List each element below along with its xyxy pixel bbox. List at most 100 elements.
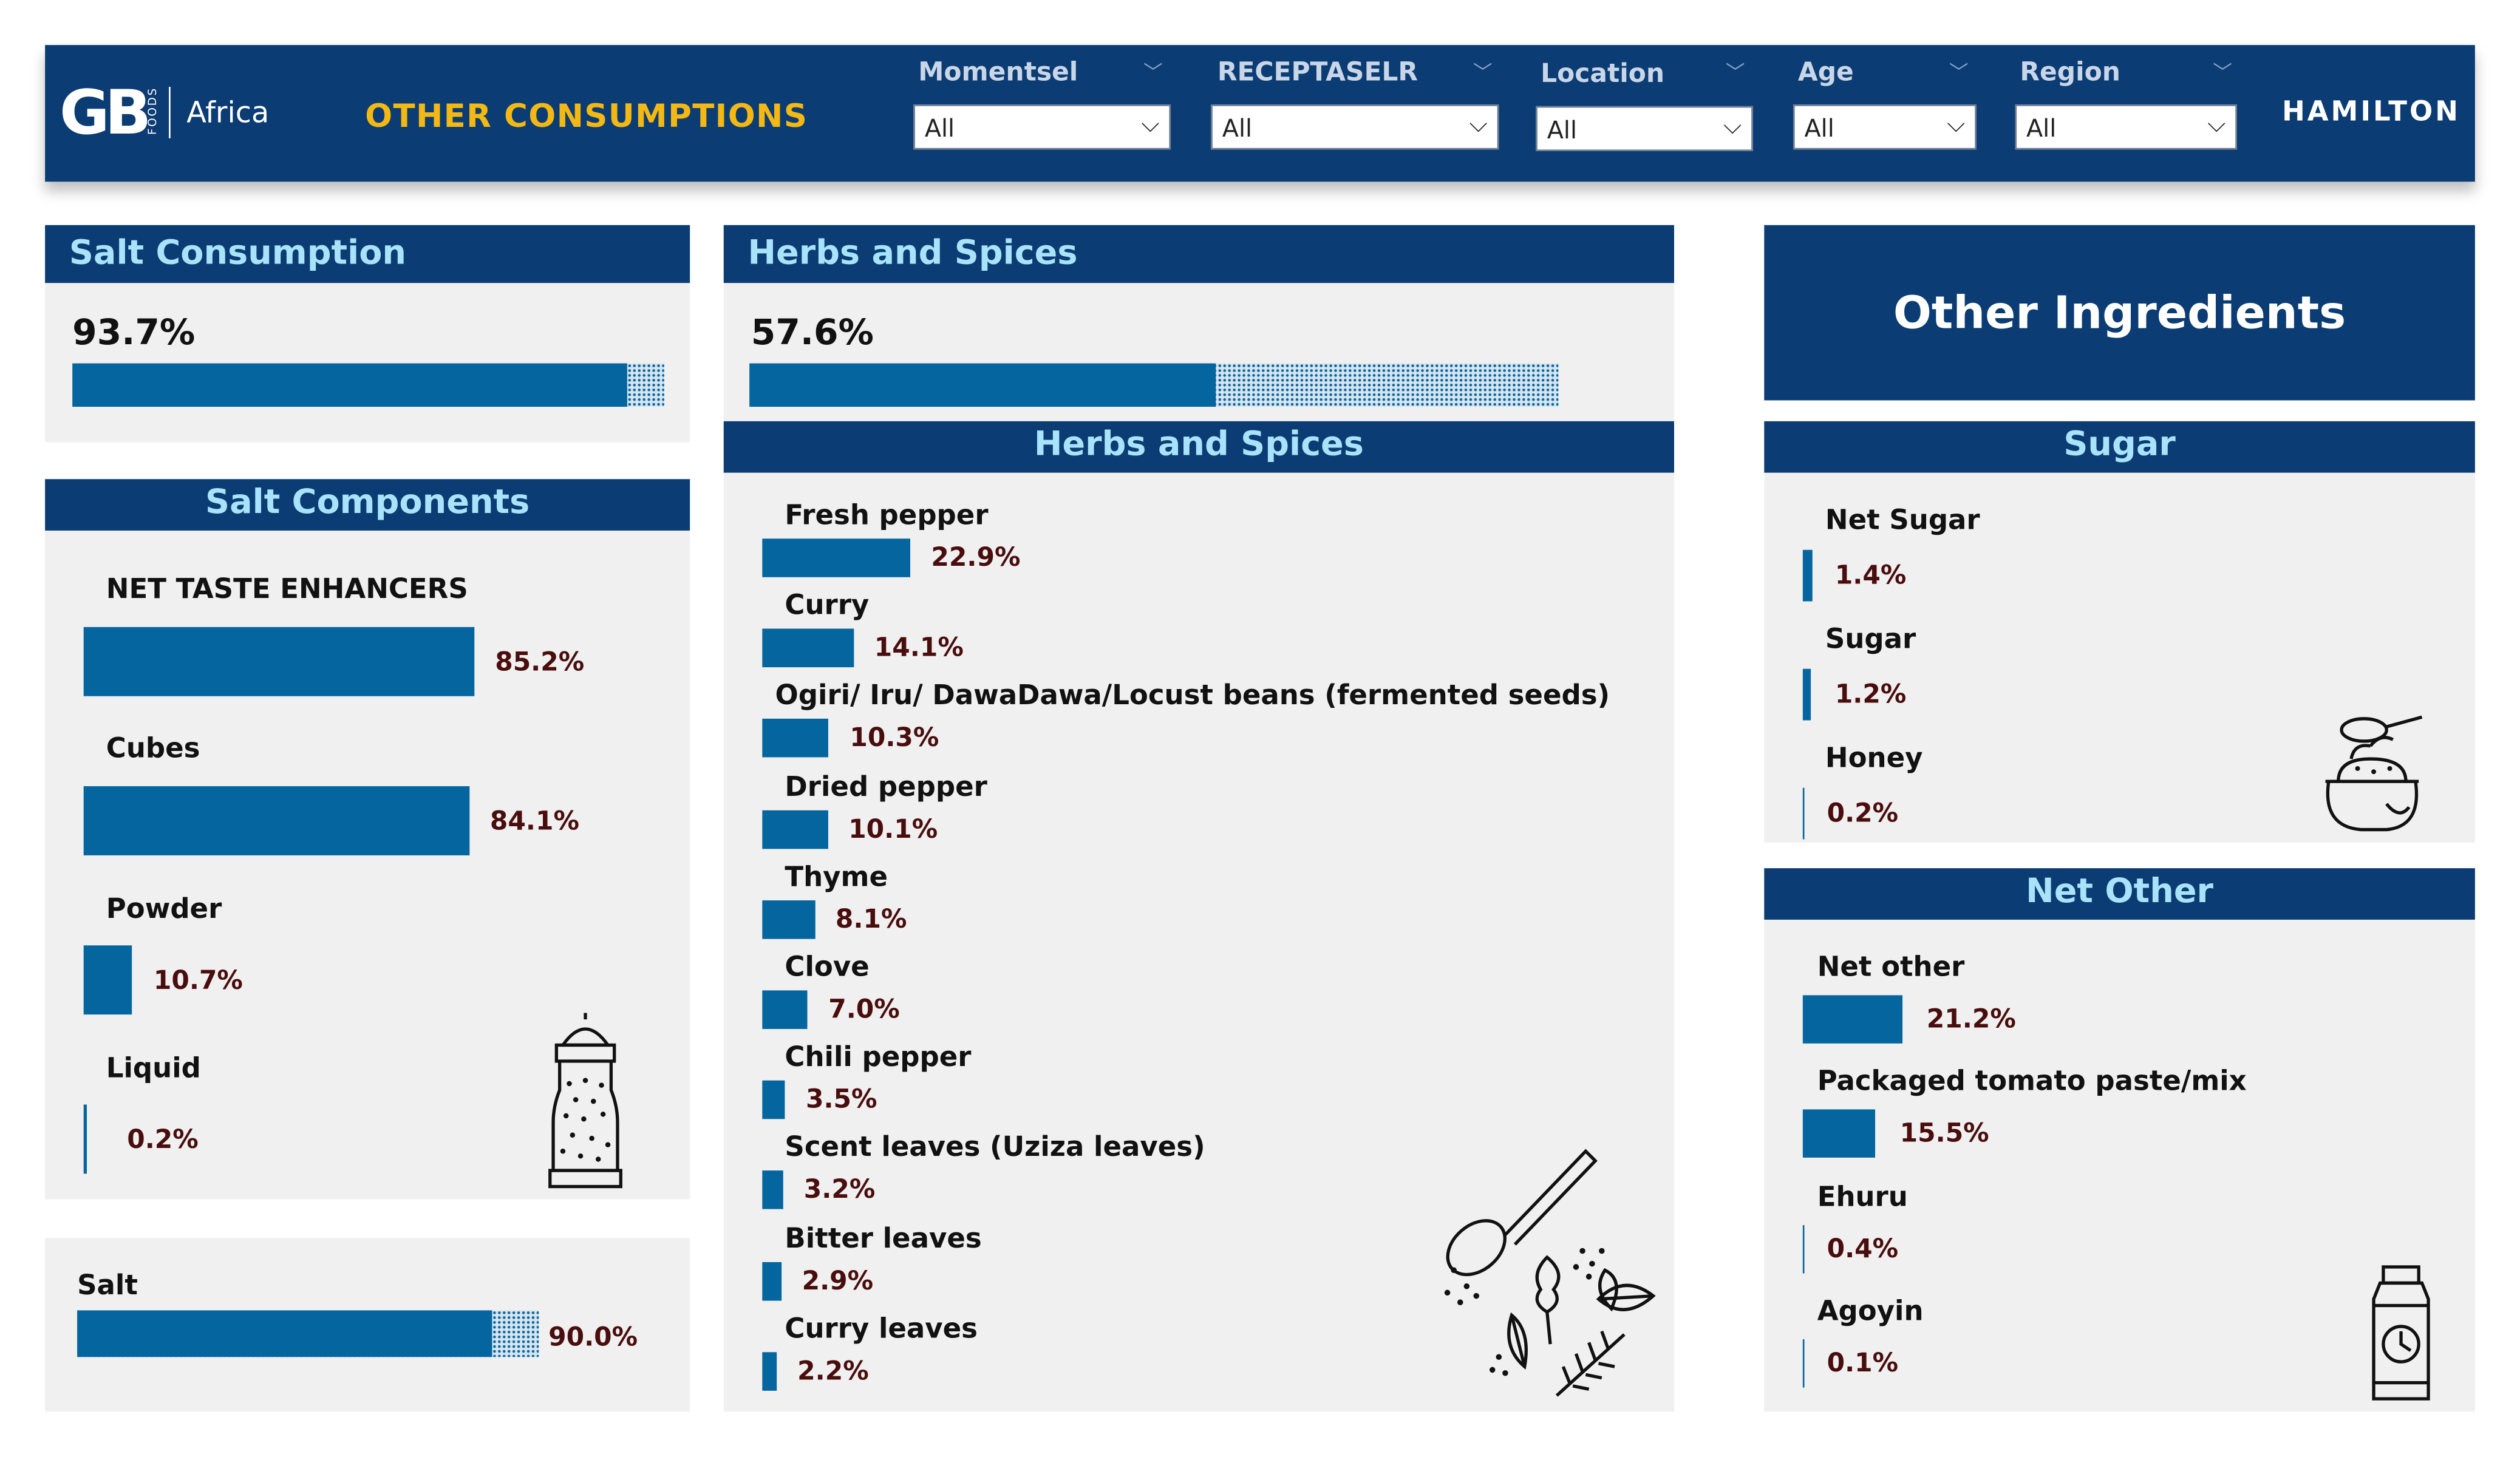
herb-label: Curry: [785, 590, 870, 623]
salt-components-title: Salt Components: [45, 479, 690, 531]
chevron-down-icon: ⌵: [1723, 110, 1742, 140]
herb-value: 7.0%: [828, 993, 900, 1025]
page-title: OTHER CONSUMPTIONS: [365, 96, 808, 135]
herb-label: Fresh pepper: [785, 500, 989, 532]
herb-label: Scent leaves (Uziza leaves): [785, 1132, 1205, 1165]
salt-fill: [77, 1310, 493, 1357]
salt-consumption-title: Salt Consumption: [45, 225, 690, 284]
salt-component-bar: [83, 786, 469, 855]
herb-bar: [762, 990, 808, 1029]
filter-region-label: Region: [2020, 56, 2120, 87]
sugar-bar: [1802, 668, 1811, 721]
herb-label: Clove: [785, 951, 870, 984]
herbs-list-title: Herbs and Spices: [723, 421, 1674, 473]
chevron-down-icon: ⌵: [1947, 109, 1966, 138]
herb-value: 2.9%: [802, 1265, 874, 1296]
logo-africa: Africa: [186, 96, 270, 131]
herb-label: Ogiri/ Iru/ DawaDawa/Locust beans (ferme…: [775, 681, 1610, 713]
filter-receptaselr-label: RECEPTASELR: [1217, 56, 1418, 87]
bottle-icon: [2372, 1265, 2430, 1401]
sugar-value: 1.2%: [1834, 678, 1907, 709]
salt-component-label: NET TASTE ENHANCERS: [106, 574, 468, 606]
chevron-down-icon: ⌵: [2207, 109, 2226, 138]
salt-component-bar: [83, 627, 474, 696]
filter-location-label: Location: [1541, 58, 1665, 89]
herb-bar: [762, 1081, 785, 1119]
salt-consumption-value: 93.7%: [72, 313, 196, 354]
herb-value: 3.2%: [803, 1174, 876, 1205]
sugar-label: Honey: [1825, 742, 1923, 775]
net-other-value: 0.1%: [1827, 1347, 1899, 1378]
filter-age-select[interactable]: All ⌵: [1793, 104, 1977, 150]
herb-bar: [762, 629, 854, 668]
filter-region-select[interactable]: All ⌵: [2015, 104, 2237, 150]
herb-bar: [762, 900, 815, 939]
sugar-bar: [1802, 787, 1805, 840]
net-other-label: Packaged tomato paste/mix: [1817, 1065, 2247, 1098]
logo-gb: GB: [59, 77, 151, 148]
sugar-value: 1.4%: [1834, 559, 1907, 590]
herb-label: Thyme: [785, 861, 888, 894]
sugar-bowl-icon: [2325, 715, 2423, 832]
herb-bar: [762, 1171, 783, 1210]
herb-label: Dried pepper: [785, 771, 987, 804]
net-other-label: Ehuru: [1817, 1181, 1908, 1214]
herb-label: Curry leaves: [785, 1313, 978, 1346]
chevron-down-icon[interactable]: ﹀: [1726, 58, 1745, 85]
herb-value: 14.1%: [874, 632, 964, 663]
net-other-label: Net other: [1817, 951, 1965, 984]
net-other-value: 15.5%: [1899, 1117, 1989, 1148]
sugar-value: 0.2%: [1827, 797, 1899, 828]
net-other-bar: [1802, 995, 1903, 1044]
chevron-down-icon[interactable]: ﹀: [1473, 58, 1493, 85]
chevron-down-icon: ⌵: [1141, 109, 1160, 138]
chevron-down-icon[interactable]: ﹀: [1949, 58, 1969, 85]
logo-foods: FOODS: [146, 87, 160, 135]
herb-value: 10.1%: [848, 813, 938, 844]
salt-value: 90.0%: [548, 1321, 638, 1353]
salt-component-value: 0.2%: [127, 1124, 199, 1155]
hamilton-label: HAMILTON: [2282, 96, 2460, 129]
filter-receptaselr-select[interactable]: All ⌵: [1211, 104, 1499, 150]
salt-consumption-fill: [72, 363, 627, 407]
herbs-consumption-title: Herbs and Spices: [723, 225, 1674, 284]
salt-shaker-icon: [548, 1013, 622, 1189]
filter-momentsel-select[interactable]: All ⌵: [913, 104, 1171, 150]
net-other-bar: [1802, 1109, 1876, 1158]
herb-label: Bitter leaves: [785, 1223, 982, 1255]
herbs-consumption-value: 57.6%: [751, 313, 874, 354]
other-ingredients-title: Other Ingredients: [1764, 225, 2475, 401]
salt-component-label: Liquid: [106, 1053, 201, 1085]
chevron-down-icon: ⌵: [1469, 109, 1488, 138]
herb-bar: [762, 1261, 782, 1300]
filter-momentsel-label: Momentsel: [918, 56, 1078, 87]
sugar-title: Sugar: [1764, 421, 2475, 473]
net-other-value: 21.2%: [1926, 1003, 2016, 1034]
spices-icon: [1444, 1149, 1656, 1397]
net-other-bar: [1802, 1225, 1805, 1274]
salt-component-value: 85.2%: [495, 646, 585, 677]
herb-value: 22.9%: [931, 542, 1021, 572]
herb-bar: [762, 809, 828, 849]
herbs-consumption-fill: [749, 363, 1216, 407]
herb-value: 2.2%: [797, 1355, 869, 1386]
chevron-down-icon[interactable]: ﹀: [1143, 58, 1163, 85]
sugar-bar: [1802, 549, 1813, 602]
sugar-label: Net Sugar: [1825, 504, 1980, 537]
filter-age-label: Age: [1797, 56, 1854, 87]
filter-location-select[interactable]: All ⌵: [1536, 106, 1753, 151]
salt-component-value: 84.1%: [489, 805, 579, 837]
salt-component-label: Cubes: [106, 733, 200, 766]
salt-component-label: Powder: [106, 894, 222, 926]
salt-component-value: 10.7%: [153, 965, 243, 996]
net-other-title: Net Other: [1764, 868, 2475, 920]
net-other-bar: [1802, 1339, 1805, 1388]
chevron-down-icon[interactable]: ﹀: [2213, 58, 2232, 85]
sugar-label: Sugar: [1825, 623, 1916, 656]
herb-value: 8.1%: [835, 903, 907, 934]
net-other-value: 0.4%: [1827, 1233, 1899, 1264]
herb-value: 10.3%: [850, 722, 939, 753]
logo-divider: [169, 87, 171, 138]
salt-component-bar: [83, 1104, 87, 1174]
herb-label: Chili pepper: [785, 1042, 972, 1075]
